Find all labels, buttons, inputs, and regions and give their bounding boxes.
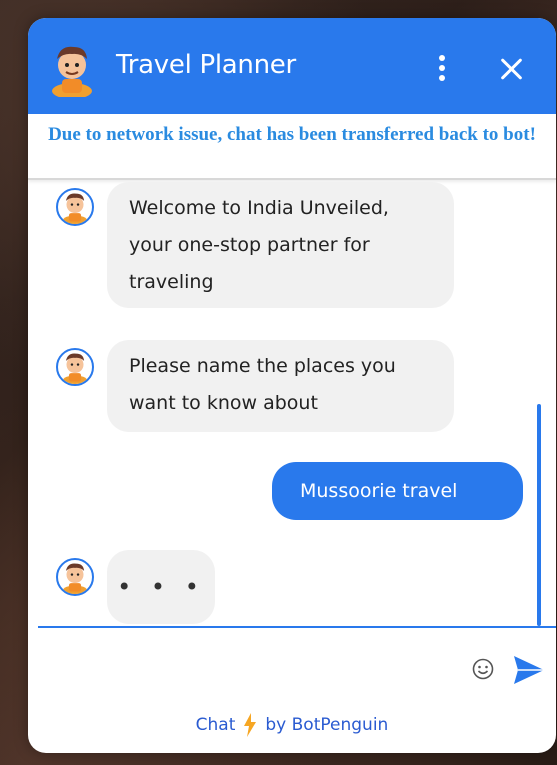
chat-header: Travel Planner: [28, 18, 556, 114]
powered-by-footer[interactable]: Chat by BotPenguin: [28, 713, 556, 737]
bot-message: Please name the places you want to know …: [107, 340, 454, 432]
input-divider: [38, 626, 556, 628]
bot-avatar: [56, 188, 94, 226]
send-icon[interactable]: [513, 655, 545, 685]
smiley-icon[interactable]: [472, 658, 494, 680]
avatar: [52, 46, 92, 97]
bot-message: Welcome to India Unveiled, your one-stop…: [107, 182, 454, 308]
footer-suffix: by BotPenguin: [265, 715, 389, 735]
message-list: Welcome to India Unveiled, your one-stop…: [28, 182, 556, 626]
message-input[interactable]: [38, 630, 472, 690]
kebab-menu-icon[interactable]: [432, 52, 452, 82]
bolt-icon: [244, 713, 257, 737]
bot-avatar: [56, 348, 94, 386]
bot-avatar: [56, 558, 94, 596]
user-message[interactable]: Mussoorie travel plan: [272, 462, 523, 560]
chat-widget: Travel Planner Due to network issue, cha…: [28, 18, 556, 753]
footer-prefix: Chat: [195, 715, 236, 735]
typing-indicator: • • •: [107, 550, 215, 624]
network-notice: Due to network issue, chat has been tran…: [28, 114, 556, 180]
close-icon[interactable]: [497, 55, 525, 83]
scrollbar[interactable]: [537, 404, 541, 626]
chat-title: Travel Planner: [116, 50, 296, 80]
